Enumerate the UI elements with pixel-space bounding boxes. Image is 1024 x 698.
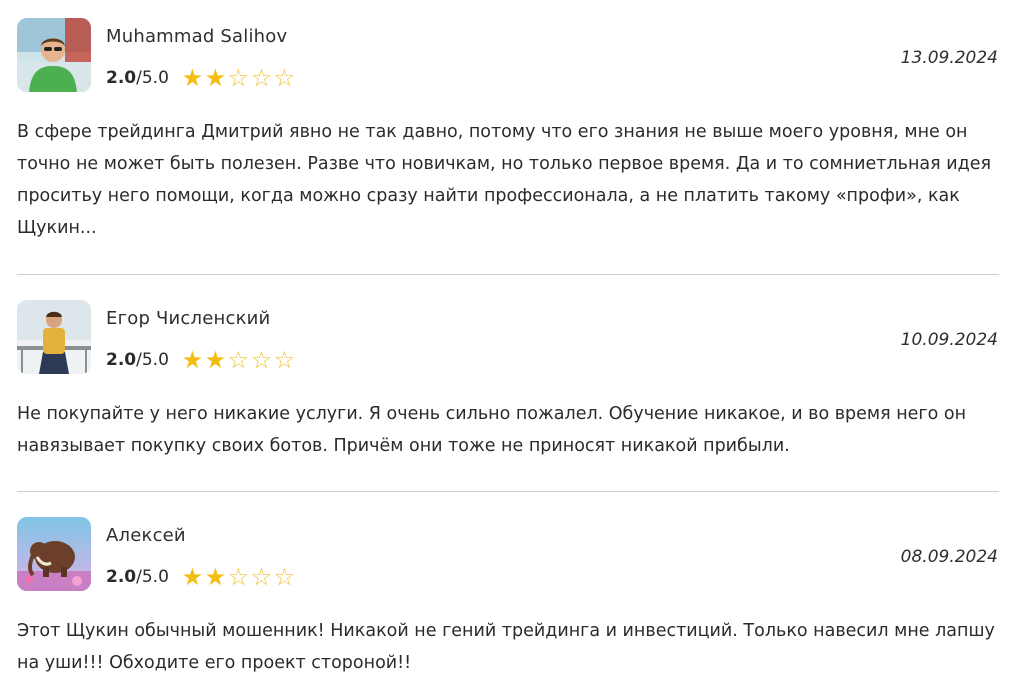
review-text: В сфере трейдинга Дмитрий явно не так да…: [17, 122, 992, 238]
rating-score: 2.0: [106, 68, 137, 88]
avatar-photo-icon: [17, 300, 91, 374]
star-empty-icon: ☆: [273, 64, 296, 92]
star-empty-icon: ☆: [250, 563, 273, 591]
avatar-photo-icon: [17, 18, 91, 92]
star-filled-icon: ★: [181, 346, 204, 374]
review-date: 08.09.2024: [900, 547, 998, 567]
review-date: 13.09.2024: [900, 48, 998, 68]
star-empty-icon: ☆: [273, 563, 296, 591]
star-filled-icon: ★: [204, 64, 227, 92]
star-filled-icon: ★: [204, 346, 227, 374]
review-rating: 2.0 /5.0 ★ ★ ☆ ☆ ☆: [106, 66, 296, 90]
avatar[interactable]: [17, 18, 91, 92]
review-author: Алексей: [106, 525, 186, 546]
review-author: Егор Численский: [106, 308, 271, 329]
rating-stars: ★ ★ ☆ ☆ ☆: [181, 565, 296, 589]
review-author: Muhammad Salihov: [106, 26, 288, 47]
star-empty-icon: ☆: [250, 64, 273, 92]
rating-stars: ★ ★ ☆ ☆ ☆: [181, 66, 296, 90]
star-empty-icon: ☆: [227, 346, 250, 374]
review-text: Не покупайте у него никакие услуги. Я оч…: [17, 404, 967, 456]
star-filled-icon: ★: [204, 563, 227, 591]
star-filled-icon: ★: [181, 563, 204, 591]
review-rating: 2.0 /5.0 ★ ★ ☆ ☆ ☆: [106, 565, 296, 589]
review-rating: 2.0 /5.0 ★ ★ ☆ ☆ ☆: [106, 348, 296, 372]
avatar[interactable]: [17, 517, 91, 591]
rating-score: 2.0: [106, 567, 137, 587]
rating-stars: ★ ★ ☆ ☆ ☆: [181, 348, 296, 372]
star-empty-icon: ☆: [227, 64, 250, 92]
review-text: Этот Щукин обычный мошенник! Никакой не …: [17, 621, 995, 673]
rating-max: /5.0: [136, 68, 169, 88]
divider: [17, 274, 999, 275]
star-empty-icon: ☆: [273, 346, 296, 374]
star-empty-icon: ☆: [227, 563, 250, 591]
divider: [17, 491, 999, 492]
reviews-list: Muhammad Salihov 2.0 /5.0 ★ ★ ☆ ☆ ☆ 13.09.20…: [0, 0, 1024, 698]
rating-score: 2.0: [106, 350, 137, 370]
avatar-photo-icon: [17, 517, 91, 591]
rating-max: /5.0: [136, 350, 169, 370]
star-empty-icon: ☆: [250, 346, 273, 374]
avatar[interactable]: [17, 300, 91, 374]
review-date: 10.09.2024: [900, 330, 998, 350]
rating-max: /5.0: [136, 567, 169, 587]
star-filled-icon: ★: [181, 64, 204, 92]
